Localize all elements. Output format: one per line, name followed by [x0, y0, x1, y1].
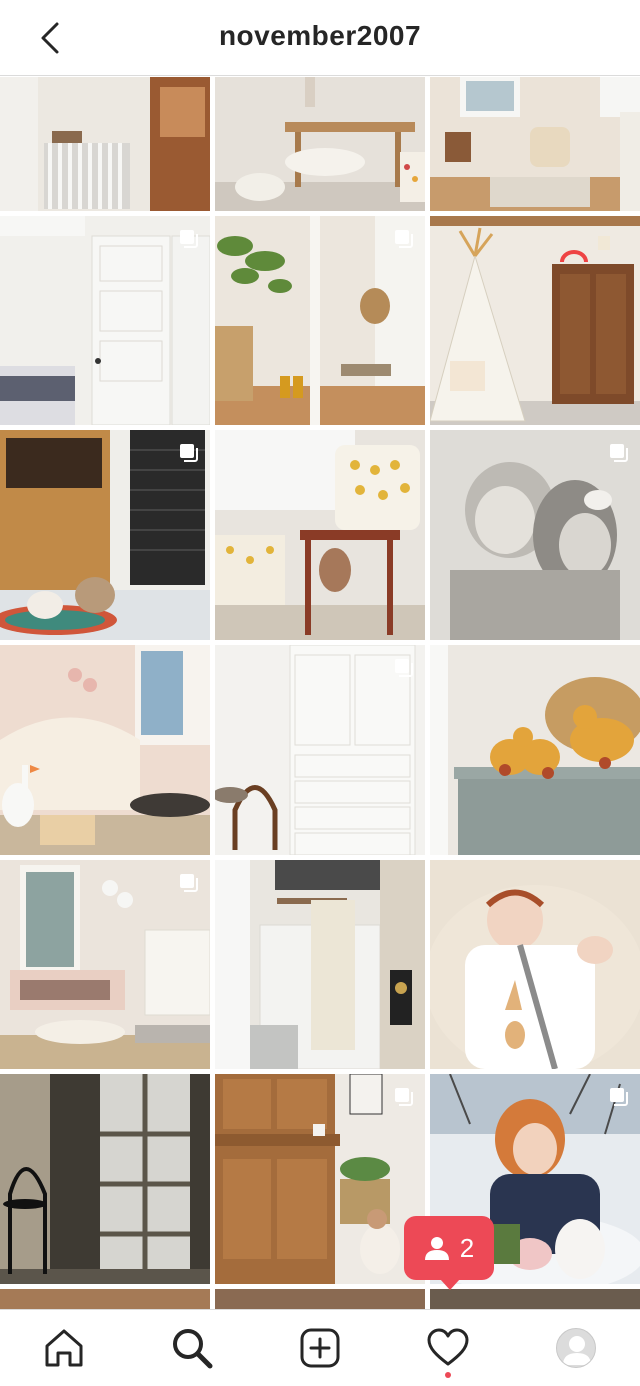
home-icon — [45, 1329, 83, 1367]
grid-tile[interactable] — [0, 430, 210, 640]
post-image — [430, 645, 640, 855]
tab-create[interactable] — [288, 1316, 352, 1380]
page-title: november2007 — [218, 20, 422, 51]
bottom-tab-bar — [0, 1309, 640, 1386]
post-image — [0, 1074, 210, 1284]
grid-tile[interactable] — [215, 1289, 425, 1309]
grid-tile[interactable] — [215, 1074, 425, 1284]
notification-count: 2 — [459, 1232, 475, 1263]
multiple-photos-icon — [610, 444, 628, 462]
grid-tile[interactable] — [430, 1289, 640, 1309]
grid-tile[interactable] — [430, 645, 640, 855]
grid-tile[interactable] — [0, 1074, 210, 1284]
grid-tile[interactable] — [430, 860, 640, 1069]
top-header: november2007 — [0, 0, 640, 76]
avatar — [556, 1328, 596, 1368]
photo-grid — [0, 77, 640, 1309]
grid-tile[interactable] — [0, 1289, 210, 1309]
multiple-photos-icon — [395, 659, 413, 677]
post-image — [430, 216, 640, 425]
post-image — [0, 77, 210, 211]
follow-notification-bubble[interactable]: 2 — [404, 1216, 494, 1290]
grid-tile[interactable] — [215, 77, 425, 211]
tab-profile[interactable] — [544, 1316, 608, 1380]
post-image — [215, 77, 425, 211]
grid-tile[interactable] — [0, 860, 210, 1069]
grid-tile[interactable] — [0, 77, 210, 211]
grid-tile[interactable] — [0, 216, 210, 425]
multiple-photos-icon — [180, 874, 198, 892]
tab-search[interactable] — [160, 1316, 224, 1380]
grid-tile[interactable] — [215, 645, 425, 855]
grid-tile[interactable] — [430, 430, 640, 640]
post-image — [430, 860, 640, 1069]
multiple-photos-icon — [395, 1088, 413, 1106]
person-icon — [424, 1237, 449, 1260]
grid-tile[interactable] — [215, 216, 425, 425]
post-image — [215, 860, 425, 1069]
multiple-photos-icon — [180, 444, 198, 462]
heart-icon — [427, 1328, 469, 1366]
create-icon — [300, 1328, 340, 1368]
multiple-photos-icon — [610, 1088, 628, 1106]
profile-icon — [563, 1336, 591, 1365]
post-image — [215, 430, 425, 640]
grid-tile[interactable] — [215, 430, 425, 640]
tab-activity[interactable] — [416, 1316, 480, 1380]
grid-tile[interactable] — [215, 860, 425, 1069]
multiple-photos-icon — [180, 230, 198, 248]
search-icon — [173, 1329, 213, 1369]
post-image — [0, 645, 210, 855]
grid-tile[interactable] — [0, 645, 210, 855]
grid-tile[interactable] — [430, 216, 640, 425]
post-image — [430, 77, 640, 211]
grid-tile[interactable] — [430, 77, 640, 211]
activity-indicator-dot — [445, 1372, 451, 1378]
tab-home[interactable] — [32, 1316, 96, 1380]
multiple-photos-icon — [395, 230, 413, 248]
